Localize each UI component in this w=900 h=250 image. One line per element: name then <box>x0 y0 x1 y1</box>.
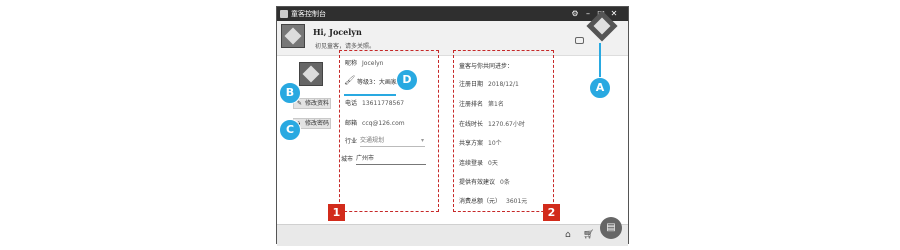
footer-bar: ⌂ 🛒︎ <box>277 224 628 246</box>
message-icon[interactable] <box>575 37 584 44</box>
settings-icon[interactable]: ⚙ <box>569 8 581 19</box>
signature-brush-icon: 🖌︎ <box>344 76 356 86</box>
avatar[interactable] <box>281 24 305 48</box>
stat-row: 共享方案 10个 <box>459 140 502 147</box>
stat-row: 在线时长 1270.67小时 <box>459 121 525 128</box>
chevron-down-icon: ▾ <box>420 137 424 144</box>
nickname-row: 昵称 Jocelyn <box>345 60 384 67</box>
stats-title: 童客与你共同进步： <box>459 63 514 70</box>
city-label: 城市 <box>341 156 354 163</box>
greeting: Hi, Jocelyn <box>313 27 362 37</box>
annotation-line-d <box>344 94 396 96</box>
profile-panel <box>339 50 439 212</box>
annotation-2-marker: 2 <box>543 204 560 221</box>
email-value: ccq@126.com <box>362 120 405 127</box>
stat-row: 注册日期 2018/12/1 <box>459 81 519 88</box>
annotation-a-badge: A <box>589 77 611 99</box>
app-icon <box>280 10 288 18</box>
brush-icon: ✎ <box>297 100 303 107</box>
cart-icon[interactable]: 🛒︎ <box>583 230 594 240</box>
store-icon[interactable]: ⌂ <box>565 230 571 240</box>
industry-select[interactable]: 交通规划 ▾ <box>360 137 425 147</box>
annotation-line-a <box>599 43 601 79</box>
phone-value: 13611778567 <box>362 100 405 107</box>
window-title: 童客控制台 <box>291 10 326 18</box>
stat-row: 连续登录 0天 <box>459 160 498 167</box>
annotation-b-badge: B <box>279 82 301 104</box>
title-bar: 童客控制台 ⚙ – □ ✕ <box>277 7 628 21</box>
annotation-d-badge: D <box>396 69 418 91</box>
annotation-1-marker: 1 <box>328 204 345 221</box>
annotation-c-badge: C <box>279 119 301 141</box>
email-row: 邮箱 ccq@126.com <box>345 120 405 127</box>
stat-row: 提供有效建议 0条 <box>459 179 510 186</box>
stat-row: 注册排名 第1名 <box>459 101 504 108</box>
document-icon[interactable]: ▤ <box>600 217 622 239</box>
profile-avatar[interactable] <box>299 62 323 86</box>
stats-panel <box>453 50 554 212</box>
greeting-subtitle: 初见童客，请多关照。 <box>315 43 376 50</box>
nickname-value: Jocelyn <box>362 60 384 67</box>
phone-row: 电话 13611778567 <box>345 100 405 107</box>
minimize-icon[interactable]: – <box>582 8 594 19</box>
signature-field[interactable]: 等级3：大画家 <box>357 79 397 87</box>
stat-row: 消费总额（元） 3601元 <box>459 198 528 205</box>
industry-label: 行业 <box>345 138 358 145</box>
city-input[interactable]: 广州市 <box>356 155 426 165</box>
